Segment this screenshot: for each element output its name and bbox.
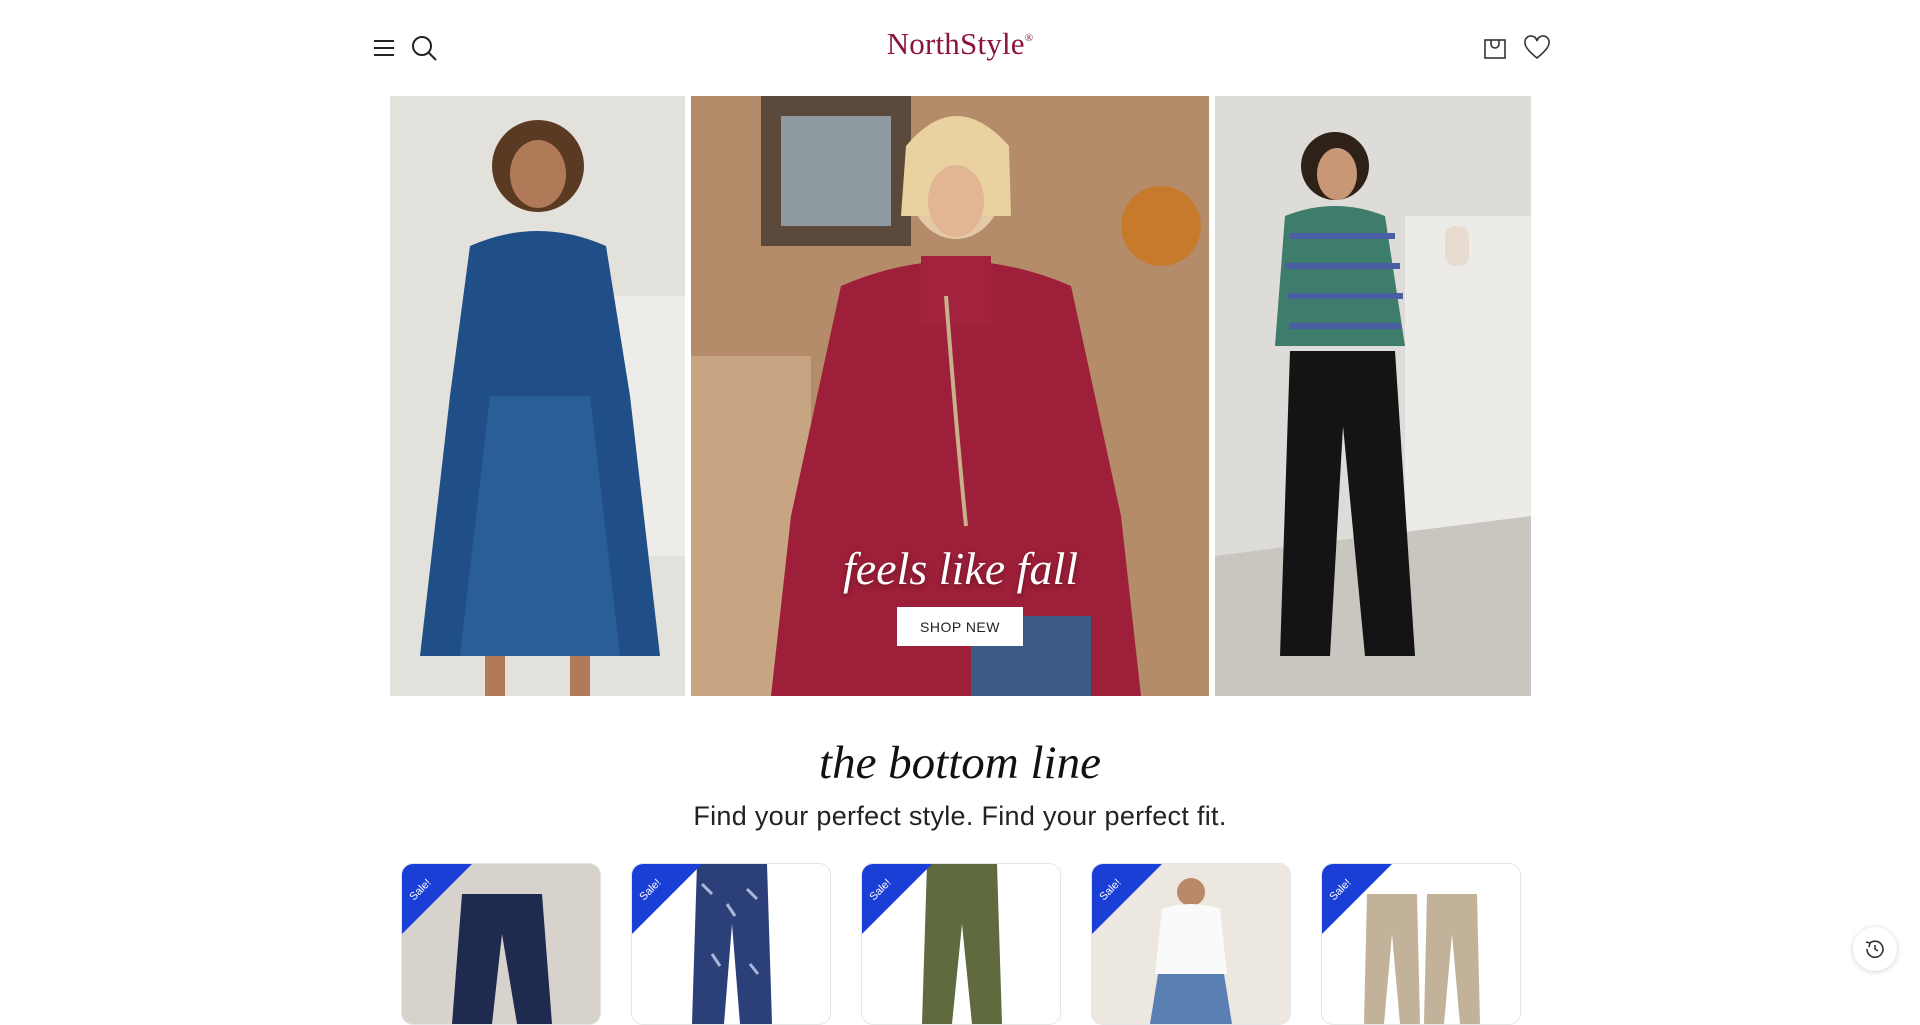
search-icon[interactable] xyxy=(408,32,440,64)
shop-new-button[interactable]: SHOP NEW xyxy=(897,607,1023,646)
sale-ribbon: Sale! xyxy=(862,864,932,934)
hero-image-red-sweater xyxy=(691,96,1209,696)
sale-ribbon: Sale! xyxy=(402,864,472,934)
brand-logo[interactable]: NorthStyle® xyxy=(860,26,1060,66)
section-subtitle: Find your perfect style. Find your perfe… xyxy=(693,801,1227,831)
hero-tagline: feels like fall xyxy=(842,543,1079,594)
site-header: NorthStyle® xyxy=(0,0,1920,96)
product-card[interactable]: Sale! xyxy=(631,863,831,1025)
section-title: the bottom line xyxy=(819,737,1101,789)
wishlist-icon[interactable] xyxy=(1522,33,1552,63)
cart-icon[interactable] xyxy=(1480,33,1510,63)
hero-image-blue-dress xyxy=(390,96,685,696)
product-card[interactable]: Sale! xyxy=(1321,863,1521,1025)
product-card[interactable]: Sale! xyxy=(1091,863,1291,1025)
hero-image-black-pants xyxy=(1215,96,1531,696)
sale-ribbon: Sale! xyxy=(1322,864,1392,934)
sale-ribbon: Sale! xyxy=(632,864,702,934)
product-card[interactable]: Sale! xyxy=(861,863,1061,1025)
brand-name: NorthStyle xyxy=(886,26,1025,61)
hero-banner[interactable]: feels like fall SHOP NEW xyxy=(390,96,1531,696)
sale-ribbon: Sale! xyxy=(1092,864,1162,934)
menu-icon[interactable] xyxy=(370,34,398,62)
history-icon[interactable] xyxy=(1853,927,1897,971)
product-card[interactable]: Sale! xyxy=(401,863,601,1025)
registered-mark: ® xyxy=(1024,32,1034,44)
